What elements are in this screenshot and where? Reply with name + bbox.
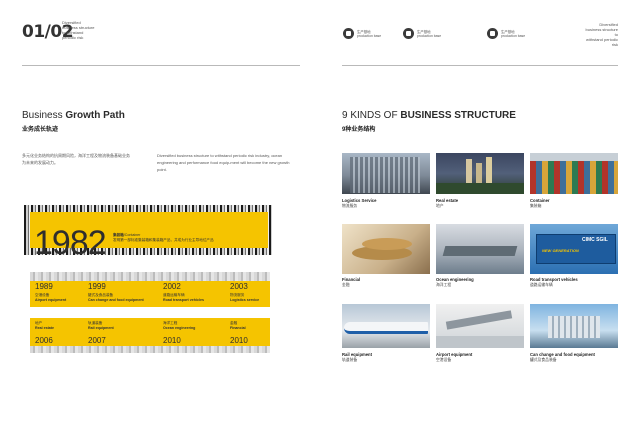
- timeline-bottom-event-year: 2007: [88, 336, 106, 345]
- production-icon: [343, 28, 354, 39]
- photo-airport: [436, 304, 524, 348]
- timeline-bottom-event-caption: 海洋工程 Ocean engineering: [163, 321, 196, 330]
- timeline-bottom-event-year: 2010: [230, 336, 248, 345]
- header-left-note: Diversified business structure to withst…: [62, 20, 95, 40]
- timeline-bottom-event-year: 2010: [163, 336, 181, 345]
- production-icon: [487, 28, 498, 39]
- timeline-top-event-year: 2002: [163, 282, 181, 291]
- growth-path-subtitle: 业务成长轨迹: [22, 127, 59, 133]
- business-caption: Financial 金融: [342, 277, 361, 287]
- business-caption: Container 集装箱: [530, 198, 550, 208]
- timeline-bottom-event-caption: 地产 Real estate: [35, 321, 54, 330]
- timeline-bottom-event-year: 2006: [35, 336, 53, 345]
- timeline-bottom-event-caption: 金融 Financial: [230, 321, 246, 330]
- business-caption: Ocean engineering 海洋工程: [436, 277, 474, 287]
- timeline-top-event-year: 1999: [88, 282, 106, 291]
- hero-caption: 集装箱/Container 发明第一部标准集装箱和集装箱产品，并成为行业主导地位…: [113, 233, 214, 242]
- header-right-note: Diversified business structure to withst…: [585, 22, 618, 47]
- timeline-top-event-year: 1989: [35, 282, 53, 291]
- photo-rail: [342, 304, 430, 348]
- trailer-brand: CIMC SGIL: [582, 237, 608, 243]
- business-caption: Logistics Service 物流服务: [342, 198, 377, 208]
- timeline-top-event-caption: 物流服务 Logistics service: [230, 293, 260, 302]
- photo-financial: [342, 224, 430, 274]
- timeline-top-event-caption: 空港设备 Airport equipment: [35, 293, 67, 302]
- header-production-base-2: 生产基地 production base: [403, 28, 441, 39]
- business-caption: Real estate 地产: [436, 198, 459, 208]
- photo-container: [530, 153, 618, 194]
- timeline-bottom-event-caption: 轨道装备 Rail equipment: [88, 321, 114, 330]
- photo-ocean-engineering: [436, 224, 524, 274]
- photo-road-transport: CIMC SGIL NEW GENERATION: [530, 224, 618, 274]
- hero-year: 1982: [34, 224, 107, 262]
- business-caption: Airport equipment 空港设备: [436, 352, 473, 362]
- photo-real-estate: [436, 153, 524, 194]
- business-caption: Road transport vehicles 道路运输车辆: [530, 277, 578, 287]
- business-caption: Rail equipment 轨道装备: [342, 352, 373, 362]
- timeline-top-event-caption: 罐式及食品装备 Can change and food equipment: [88, 293, 144, 302]
- timeline-bottom-strip: [30, 346, 270, 353]
- photo-logistics: [342, 153, 430, 194]
- header-production-base-3: 生产基地 production base: [487, 28, 525, 39]
- growth-path-para-en: Diversified business structure to withst…: [157, 153, 290, 172]
- timeline-top-event-caption: 道路运输车辆 Road transport vehicles: [163, 293, 204, 302]
- business-caption: Can change and food equipment 罐式及食品装备: [530, 352, 595, 362]
- header-divider-left: [22, 65, 300, 66]
- growth-path-para-zh: 多元化业务结构的抗周期风险，海洋工程及物流装备基础业务为未来的发展动力。: [22, 153, 130, 165]
- growth-path-title: Business Growth Path: [22, 110, 125, 121]
- trailer-slogan: NEW GENERATION: [542, 248, 579, 253]
- production-icon: [403, 28, 414, 39]
- timeline-top-event-year: 2003: [230, 282, 248, 291]
- photo-can-food: [530, 304, 618, 348]
- business-structure-subtitle: 9种业务结构: [342, 127, 376, 133]
- header-production-base-1: 生产基地 production base: [343, 28, 381, 39]
- business-structure-title: 9 KINDS OF BUSINESS STRUCTURE: [342, 110, 516, 121]
- header-divider-right: [342, 65, 618, 66]
